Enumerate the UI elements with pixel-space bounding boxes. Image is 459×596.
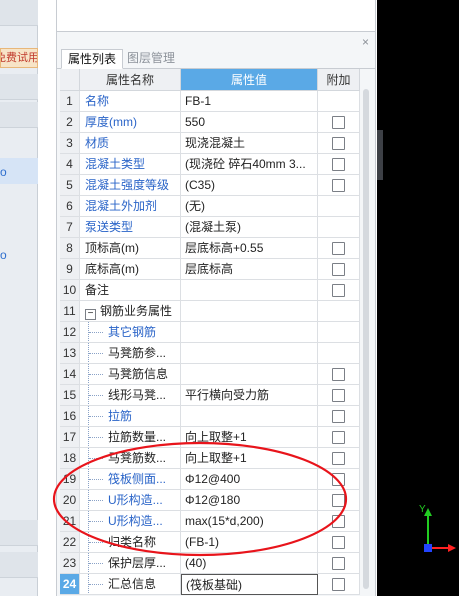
app-root: 免费试用 o o × 属性列表 图层管理 属性名称 属性值 附加 1名称FB-1… [0,0,459,596]
origin-marker [424,544,432,552]
x-axis-arrow [448,544,456,552]
panel-splitter[interactable] [377,130,383,180]
axis-gizmo: Y [419,504,456,552]
annotation-ellipse [52,441,348,557]
y-axis-label: Y [419,504,426,515]
